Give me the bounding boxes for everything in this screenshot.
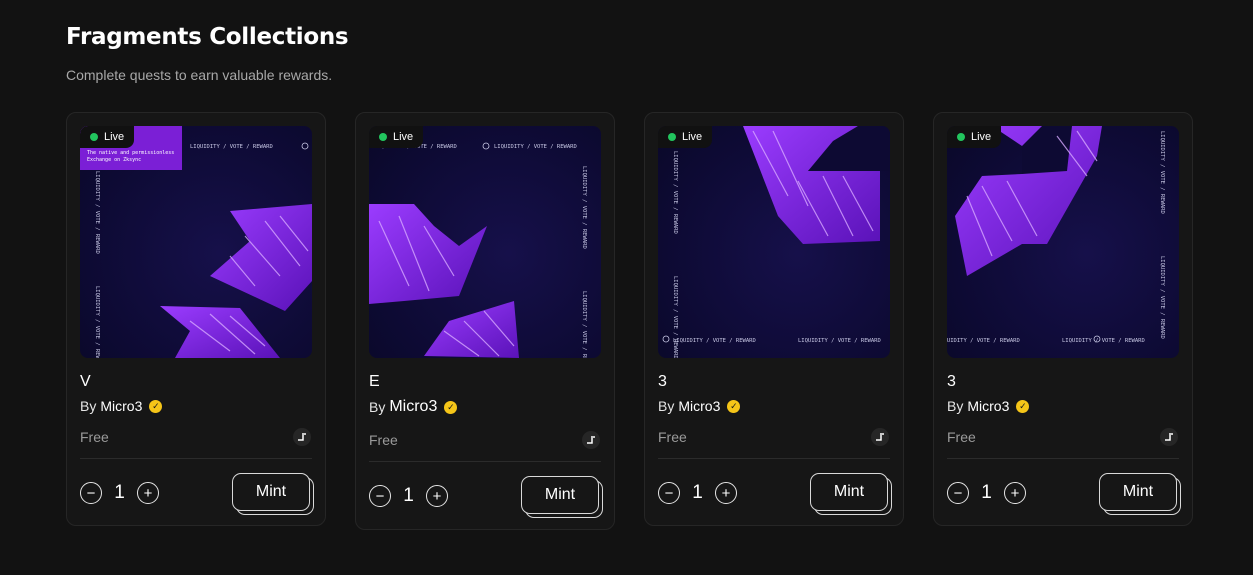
live-label: Live [104,131,125,143]
svg-text:LIQUIDITY / VOTE / REWARD: LIQUIDITY / VOTE / REWARD [1159,131,1165,214]
svg-text:LIQUIDITY / VOTE / REWARD: LIQUIDITY / VOTE / REWARD [94,286,100,358]
live-label: Live [971,131,992,143]
quantity-value: 1 [114,482,125,503]
increment-button[interactable]: + [137,482,159,504]
check-badge-icon: ✓ [1016,399,1030,413]
increment-button[interactable]: + [1004,482,1026,504]
increment-button[interactable]: + [715,482,737,504]
decrement-button[interactable]: − [369,485,391,507]
price-label: Free [80,429,109,445]
live-dot-icon [379,133,387,141]
svg-text:LIQUIDITY / VOTE / REWARD: LIQUIDITY / VOTE / REWARD [190,144,273,150]
quantity-stepper: − 1 + [80,482,159,504]
svg-text:LIQUIDITY / VOTE / REWARD: LIQUIDITY / VOTE / REWARD [947,338,1020,344]
chain-logo-icon [1160,428,1178,446]
nft-artwork[interactable]: LIQUIDITY / VOTE / REWARD LIQUIDITY / VO… [80,126,312,358]
decrement-button[interactable]: − [947,482,969,504]
quantity-value: 1 [981,482,992,503]
mint-button-wrap: Mint [1099,473,1181,515]
mint-button[interactable]: Mint [810,473,888,511]
decrement-button[interactable]: − [658,482,680,504]
svg-text:LIQUIDITY / VOTE / REWARD: LIQUIDITY / VOTE / REWARD [1159,256,1165,339]
collections-page: Fragments Collections Complete quests to… [0,0,1253,575]
nft-card-4[interactable]: LIQUIDITY / VOTE / REWARD LIQUIDITY / VO… [933,112,1193,526]
nft-card-3[interactable]: LIQUIDITY / VOTE / REWARD LIQUIDITY / VO… [644,112,904,526]
live-dot-icon [957,133,965,141]
artwork-image: LIQUIDITY / VOTE / REWARD LIQUIDITY / VO… [947,126,1165,344]
page-subtitle: Complete quests to earn valuable rewards… [66,67,333,83]
by-label: By [80,398,97,414]
nft-artwork[interactable]: LIQUIDITY / VOTE / REWARD LIQUIDITY / VO… [369,126,601,358]
by-label: By [658,398,675,414]
nft-card-2[interactable]: LIQUIDITY / VOTE / REWARD LIQUIDITY / VO… [355,112,615,530]
svg-text:LIQUIDITY / VOTE / REWARD: LIQUIDITY / VOTE / REWARD [494,144,577,150]
mint-button-wrap: Mint [521,476,603,518]
quantity-value: 1 [403,485,414,506]
promo-line: Exchange on Zksync [87,157,142,163]
creator-byline: By Micro3 ✓ [947,398,1030,414]
svg-text:LIQUIDITY / VOTE / REWARD: LIQUIDITY / VOTE / REWARD [94,171,100,254]
by-label: By [947,398,964,414]
nft-card-1[interactable]: LIQUIDITY / VOTE / REWARD LIQUIDITY / VO… [66,112,326,526]
chain-logo-icon [582,431,600,449]
card-title: 3 [658,373,667,390]
mint-button[interactable]: Mint [1099,473,1177,511]
live-label: Live [393,131,414,143]
live-badge: Live [369,126,424,148]
card-title: V [80,373,91,390]
check-badge-icon: ✓ [444,400,458,414]
mint-button-wrap: Mint [232,473,314,515]
increment-button[interactable]: + [426,485,448,507]
divider [947,458,1179,459]
svg-text:LIQUIDITY / VOTE / REWARD: LIQUIDITY / VOTE / REWARD [673,338,756,344]
svg-text:LIQUIDITY / VOTE / REWARD: LIQUIDITY / VOTE / REWARD [672,151,678,234]
quantity-stepper: − 1 + [658,482,737,504]
card-title: E [369,373,380,390]
live-dot-icon [90,133,98,141]
artwork-image: LIQUIDITY / VOTE / REWARD LIQUIDITY / VO… [662,126,890,358]
check-badge-icon: ✓ [149,399,163,413]
quantity-value: 1 [692,482,703,503]
check-badge-icon: ✓ [727,399,741,413]
card-title: 3 [947,373,956,390]
svg-text:LIQUIDITY / VOTE / REWARD: LIQUIDITY / VOTE / REWARD [672,276,678,358]
promo-line: The native and permissionless [87,150,175,156]
decrement-button[interactable]: − [80,482,102,504]
mint-button[interactable]: Mint [232,473,310,511]
mint-button-wrap: Mint [810,473,892,515]
svg-text:LIQUIDITY / VOTE / REWARD: LIQUIDITY / VOTE / REWARD [798,338,881,344]
divider [658,458,890,459]
creator-byline: By Micro3 ✓ [369,398,458,416]
creator-link[interactable]: Micro3 [389,398,437,416]
page-title: Fragments Collections [66,24,349,50]
price-label: Free [947,429,976,445]
live-label: Live [682,131,703,143]
creator-link[interactable]: Micro3 [100,398,142,414]
live-badge: Live [947,126,1002,148]
svg-text:LIQUIDITY / VOTE / REWARD: LIQUIDITY / VOTE / REWARD [581,166,587,249]
chain-logo-icon [293,428,311,446]
live-badge: Live [658,126,713,148]
nft-artwork[interactable]: LIQUIDITY / VOTE / REWARD LIQUIDITY / VO… [658,126,890,358]
divider [369,461,601,462]
svg-text:LIQUIDITY / VOTE / REWARD: LIQUIDITY / VOTE / REWARD [581,291,587,358]
chain-logo-icon [871,428,889,446]
svg-text:LIQUIDITY / VOTE / REWARD: LIQUIDITY / VOTE / REWARD [1062,338,1145,344]
mint-button[interactable]: Mint [521,476,599,514]
divider [80,458,312,459]
quantity-stepper: − 1 + [369,485,448,507]
price-label: Free [658,429,687,445]
quantity-stepper: − 1 + [947,482,1026,504]
by-label: By [369,399,386,415]
creator-link[interactable]: Micro3 [967,398,1009,414]
nft-artwork[interactable]: LIQUIDITY / VOTE / REWARD LIQUIDITY / VO… [947,126,1179,358]
creator-byline: By Micro3 ✓ [658,398,741,414]
artwork-image: LIQUIDITY / VOTE / REWARD LIQUIDITY / VO… [369,142,587,358]
price-label: Free [369,432,398,448]
live-badge: Live [80,126,135,148]
creator-link[interactable]: Micro3 [678,398,720,414]
creator-byline: By Micro3 ✓ [80,398,163,414]
live-dot-icon [668,133,676,141]
